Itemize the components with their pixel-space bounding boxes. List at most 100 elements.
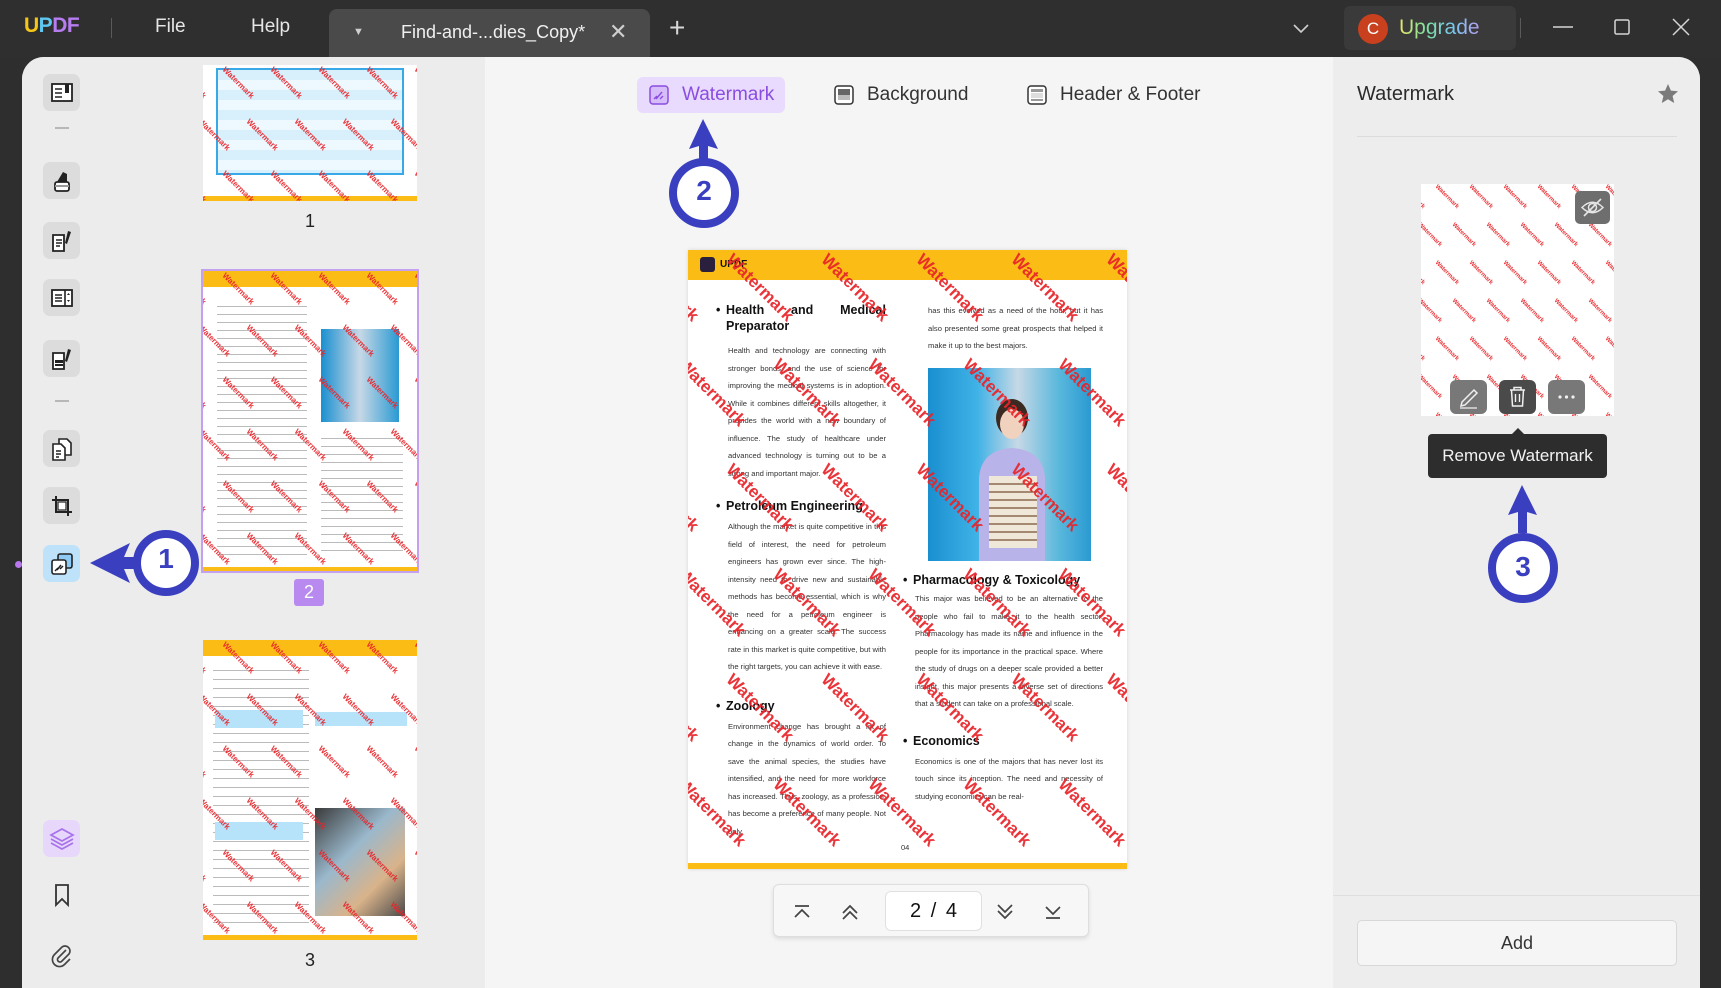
watermark-text: Watermark — [1501, 260, 1528, 287]
watermark-text: Watermark — [1603, 260, 1614, 287]
highlight-box — [215, 710, 303, 728]
thumbnail-page-3[interactable]: Watermark Watermark Watermark Watermark Wate… — [203, 640, 417, 940]
watermark-text: Watermark — [1586, 374, 1613, 401]
rail-form-button[interactable] — [43, 279, 80, 316]
text-preview — [213, 664, 309, 924]
page-footer-bar — [203, 196, 417, 201]
document-tab-title: Find-and-...dies_Copy* — [401, 22, 586, 42]
watermark-text: Watermark — [1604, 412, 1614, 416]
watermark-icon — [649, 85, 669, 105]
watermark-text: Watermark — [1569, 260, 1596, 287]
watermark-text: Watermark — [203, 848, 209, 884]
divider — [1520, 18, 1521, 38]
pdf-page[interactable]: UPDF Health and Medical Preparator Healt… — [688, 250, 1127, 869]
rail-sign-button[interactable] — [43, 340, 80, 377]
person-with-books-image — [979, 399, 1045, 561]
crop-icon — [51, 495, 72, 516]
maximize-icon[interactable] — [1605, 12, 1639, 44]
watermark-text: Watermark — [412, 65, 417, 101]
layers-icon — [48, 827, 75, 850]
watermark-text: Watermark — [1467, 184, 1494, 211]
remove-watermark-tooltip: Remove Watermark — [1428, 428, 1607, 478]
chevron-down-icon[interactable] — [1290, 17, 1312, 39]
rail-crop-button[interactable] — [43, 487, 80, 524]
tab-header-footer[interactable]: Header & Footer — [1015, 77, 1211, 113]
watermark-template-card[interactable]: Watermark Watermark Watermark Watermark Wate… — [1421, 184, 1614, 416]
bookmark-icon — [54, 883, 69, 907]
more-options-button[interactable] — [1548, 380, 1585, 414]
tab-watermark-label: Watermark — [682, 84, 775, 105]
rail-edit-button[interactable] — [43, 222, 80, 259]
avatar[interactable]: C — [1358, 14, 1388, 44]
new-tab-plus-icon[interactable]: + — [669, 14, 685, 42]
menu-file[interactable]: File — [155, 16, 186, 38]
page-number-input[interactable]: 2 / 4 — [885, 891, 982, 931]
close-tab-icon[interactable]: ✕ — [609, 19, 627, 45]
section-heading: Economics — [903, 733, 1103, 749]
watermark-text: Watermark — [1586, 222, 1613, 249]
section-heading: Zoology — [716, 698, 886, 714]
edit-watermark-button[interactable] — [1450, 380, 1487, 414]
close-window-icon[interactable] — [1664, 12, 1698, 44]
left-column: Health and Medical Preparator Health and… — [716, 302, 886, 840]
section-body: Environment change has brought a lot of … — [728, 721, 886, 836]
eye-off-icon — [1580, 198, 1605, 217]
watermark-text: Watermark — [1102, 670, 1127, 746]
rail-organize-button[interactable] — [43, 430, 80, 467]
document-tab[interactable]: ▼ Find-and-...dies_Copy* ✕ — [329, 9, 650, 57]
upgrade-button[interactable]: C Upgrade — [1344, 6, 1516, 50]
updf-brand-icon — [700, 257, 715, 272]
section-body: This major was believed to be an alterna… — [915, 594, 1103, 708]
star-icon[interactable] — [1656, 82, 1680, 106]
divider — [1333, 895, 1700, 896]
page-header-bar — [203, 640, 417, 656]
thumbnail-page-2[interactable]: Watermark Watermark Watermark Watermark Wate… — [201, 269, 419, 573]
next-page-icon[interactable] — [991, 898, 1019, 926]
first-page-icon[interactable] — [788, 898, 816, 926]
hide-watermark-button[interactable] — [1575, 191, 1610, 224]
menu-help[interactable]: Help — [251, 16, 290, 38]
rail-reader-button[interactable] — [43, 74, 80, 111]
remove-watermark-button[interactable] — [1499, 380, 1536, 414]
watermark-text: Watermark — [1552, 222, 1579, 249]
logo-letter: F — [66, 14, 80, 37]
tab-header-footer-label: Header & Footer — [1060, 84, 1201, 105]
thumbnail-page-number-selected: 2 — [294, 579, 324, 606]
minimize-icon[interactable] — [1546, 12, 1580, 44]
watermark-text: Watermark — [203, 375, 209, 411]
book-icon — [50, 82, 73, 102]
tab-watermark[interactable]: Watermark — [637, 77, 786, 113]
window-edge — [1700, 57, 1721, 988]
highlight-box — [315, 712, 407, 726]
watermark-text: Watermark — [1484, 222, 1511, 249]
last-page-icon[interactable] — [1039, 898, 1067, 926]
watermark-text: Watermark — [1535, 336, 1562, 363]
previous-page-icon[interactable] — [836, 898, 864, 926]
highlight-box — [215, 822, 303, 840]
rail-comment-button[interactable] — [43, 162, 80, 199]
rail-divider — [55, 127, 69, 129]
rail-layers-button[interactable] — [43, 820, 80, 857]
watermark-text: Watermark — [1569, 336, 1596, 363]
add-watermark-button[interactable]: Add — [1357, 920, 1677, 966]
tab-background[interactable]: Background — [822, 77, 979, 113]
watermark-text: Watermark — [1501, 336, 1528, 363]
page-brand-text: UPDF — [720, 259, 748, 270]
active-tool-indicator — [15, 561, 22, 568]
rail-bookmark-button[interactable] — [43, 876, 80, 913]
student-photo — [928, 368, 1091, 561]
thumbnail-page-number: 3 — [304, 950, 315, 970]
page-brand: UPDF — [700, 257, 747, 272]
watermark-text: Watermark — [1501, 184, 1528, 211]
section-body: Health and technology are connecting wit… — [728, 346, 886, 478]
tab-dropdown-icon[interactable]: ▼ — [353, 26, 364, 38]
sign-document-icon — [51, 348, 71, 370]
watermark-text: Watermark — [1518, 298, 1545, 325]
rail-page-tools-button[interactable] — [43, 545, 80, 582]
rail-attachment-button[interactable] — [43, 936, 80, 973]
logo-letter: U — [24, 14, 39, 37]
watermark-text: Watermark — [1421, 412, 1426, 416]
thumbnail-page-1[interactable]: Watermark Watermark Watermark Watermark Wate… — [203, 65, 417, 201]
watermark-text: Watermark — [1421, 222, 1443, 249]
watermark-text: Watermark — [203, 479, 209, 515]
